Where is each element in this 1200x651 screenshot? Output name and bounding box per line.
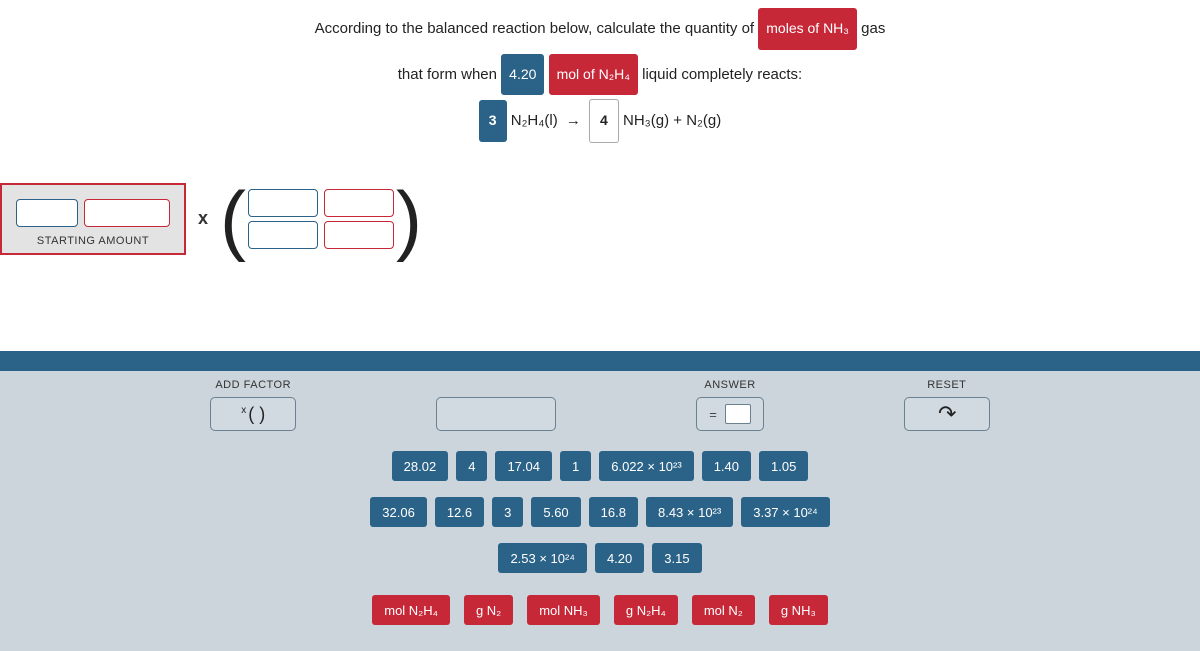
blank-label <box>436 379 556 391</box>
bottom-panel: ADD FACTOR x ( ) ANSWER = RESET ↶ 28.024… <box>0 351 1200 651</box>
denominator-value-slot[interactable] <box>248 221 318 249</box>
answer-label: ANSWER <box>696 379 764 391</box>
unit-tiles: mol N₂H₄ g N₂ mol NH₃ g N₂H₄ mol N₂ g NH₃ <box>0 595 1200 625</box>
q-suffix2: liquid completely reacts: <box>642 66 802 83</box>
number-tile[interactable]: 6.022 × 10²³ <box>599 451 693 481</box>
reset-button[interactable]: ↶ <box>904 397 990 431</box>
q-target: moles of NH₃ <box>758 8 857 50</box>
products: NH₃(g) + N₂(g) <box>623 112 721 129</box>
add-factor-button[interactable]: x ( ) <box>210 397 296 431</box>
denominator-unit-slot[interactable] <box>324 221 394 249</box>
reactant: N₂H₄(l) <box>511 112 558 129</box>
question-text: According to the balanced reaction below… <box>0 0 1200 143</box>
q-suffix1: gas <box>861 20 885 37</box>
coefficient-1[interactable]: 3 <box>479 100 507 142</box>
add-factor-label: ADD FACTOR <box>210 379 296 391</box>
number-tile[interactable]: 5.60 <box>531 497 580 527</box>
numerator-value-slot[interactable] <box>248 189 318 217</box>
q-amount: 4.20 <box>501 54 544 96</box>
number-tile[interactable]: 16.8 <box>589 497 638 527</box>
number-tile[interactable]: 28.02 <box>392 451 449 481</box>
number-tile[interactable]: 3.15 <box>652 543 701 573</box>
number-tile[interactable]: 3 <box>492 497 523 527</box>
number-tile[interactable]: 3.37 × 10²⁴ <box>741 497 830 527</box>
factor-box: ( ) <box>220 188 422 250</box>
numerator-unit-slot[interactable] <box>324 189 394 217</box>
unit-tile[interactable]: mol NH₃ <box>527 595 600 625</box>
number-tile[interactable]: 1 <box>560 451 591 481</box>
unit-tile[interactable]: mol N₂ <box>692 595 755 625</box>
number-tile[interactable]: 12.6 <box>435 497 484 527</box>
times-symbol: x <box>198 208 208 229</box>
paren-left-icon: ( <box>220 188 246 250</box>
unit-tile[interactable]: g NH₃ <box>769 595 828 625</box>
reset-label: RESET <box>904 379 990 391</box>
paren-right-icon: ) <box>396 188 422 250</box>
number-tile[interactable]: 2.53 × 10²⁴ <box>498 543 587 573</box>
starting-unit-slot[interactable] <box>84 199 170 227</box>
equals-icon: = <box>709 407 717 422</box>
arrow-icon: → <box>566 103 581 139</box>
starting-value-slot[interactable] <box>16 199 78 227</box>
unit-tile[interactable]: mol N₂H₄ <box>372 595 450 625</box>
q-prefix1: According to the balanced reaction below… <box>315 20 754 37</box>
starting-label: STARTING AMOUNT <box>12 235 174 247</box>
number-tile[interactable]: 4 <box>456 451 487 481</box>
number-tile[interactable]: 8.43 × 10²³ <box>646 497 733 527</box>
number-tile[interactable]: 17.04 <box>495 451 552 481</box>
number-tile[interactable]: 1.05 <box>759 451 808 481</box>
q-prefix2: that form when <box>398 66 497 83</box>
setup-row: STARTING AMOUNT x ( ) <box>0 183 1200 255</box>
number-tile[interactable]: 32.06 <box>370 497 427 527</box>
add-factor-prefix: x <box>241 405 246 416</box>
coefficient-2[interactable]: 4 <box>589 99 619 143</box>
controls-row: ADD FACTOR x ( ) ANSWER = RESET ↶ <box>0 371 1200 451</box>
unit-tile[interactable]: g N₂H₄ <box>614 595 678 625</box>
answer-button[interactable]: = <box>696 397 764 431</box>
divider-stripe <box>0 351 1200 371</box>
number-tile[interactable]: 4.20 <box>595 543 644 573</box>
current-expression[interactable] <box>436 397 556 431</box>
answer-slot <box>725 404 751 424</box>
number-tile[interactable]: 1.40 <box>702 451 751 481</box>
q-amount-unit: mol of N₂H₄ <box>549 54 638 96</box>
number-tiles: 28.024 17.04 1 6.022 × 10²³ 1.40 1.05 32.06 12.… <box>220 451 980 573</box>
starting-amount-box[interactable]: STARTING AMOUNT <box>0 183 186 255</box>
undo-icon: ↶ <box>938 401 956 427</box>
unit-tile[interactable]: g N₂ <box>464 595 513 625</box>
add-factor-text: ( ) <box>248 404 265 425</box>
fraction <box>248 189 394 249</box>
